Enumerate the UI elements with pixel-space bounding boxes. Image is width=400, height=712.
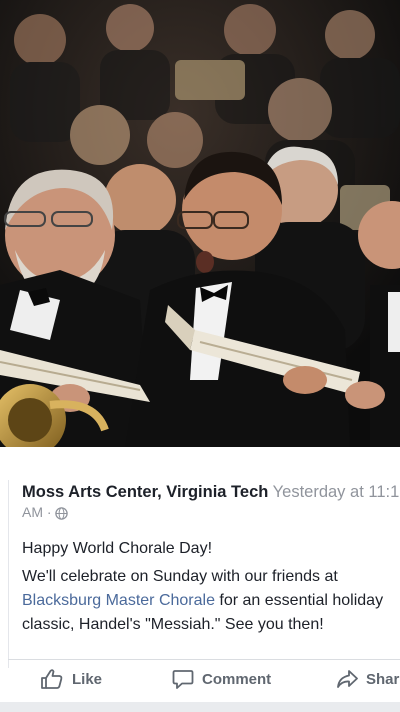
post-body-last-line: classic, Handel's "Messiah." See you the… [22,616,324,633]
post-left-border [8,480,9,668]
globe-icon[interactable] [54,506,68,520]
post-header: Moss Arts Center, Virginia Tech Yesterda… [22,481,400,503]
post-card: Moss Arts Center, Virginia Tech Yesterda… [0,447,400,712]
post-body-link-continuation: for an essential holiday [214,592,384,609]
blacksburg-master-chorale-link[interactable]: Blacksburg Master Chorale [22,592,215,609]
comment-bubble-icon [172,668,194,690]
post-timestamp-suffix[interactable]: AM · [22,503,52,521]
thumbs-up-icon [40,668,64,690]
share-label: Share [366,670,400,688]
post-body-line: We'll celebrate on Sunday with our frien… [22,568,338,585]
share-button[interactable]: Share [336,668,400,690]
post-photo[interactable] [0,0,400,447]
feed-separator [0,702,400,712]
post-body-line-with-link: Blacksburg Master Chorale for an essenti… [22,589,400,613]
like-label: Like [72,670,103,688]
post-greeting: Happy World Chorale Day! [22,540,213,557]
comment-label: Comment [202,670,272,688]
comment-button[interactable]: Comment [172,668,271,690]
post-timestamp[interactable]: Yesterday at 11:13 [273,483,400,501]
page-name-link[interactable]: Moss Arts Center, Virginia Tech [22,483,268,501]
like-button[interactable]: Like [40,668,102,690]
share-arrow-icon [336,668,358,690]
choir-photo-illustration [0,0,400,447]
post-meta: AM · [22,503,68,521]
post-actions-bar: Like Comment Share [0,660,400,706]
post-body: Happy World Chorale Day! We'll celebrate… [22,537,400,637]
